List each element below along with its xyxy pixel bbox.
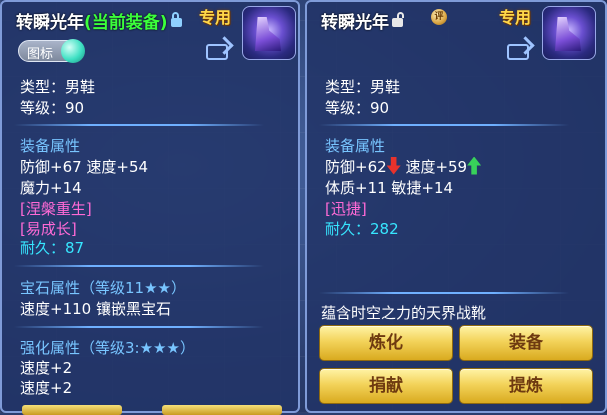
attr-line: 魔力+14 — [20, 179, 82, 197]
divider — [319, 292, 569, 294]
enhance-attr-header: 强化属性（等级3:★★★） — [20, 339, 195, 357]
compare-item-tooltip: 转瞬光年 评 专用 类型：男鞋 等级：90 装备属性 防御+62 速度+59 体… — [305, 0, 607, 413]
item-title: 转瞬光年 — [321, 8, 404, 33]
lock-icon[interactable] — [170, 11, 182, 27]
share-icon[interactable] — [507, 44, 529, 60]
item-level: 等级：90 — [325, 99, 390, 117]
refine-button[interactable]: 炼化 — [319, 325, 453, 361]
item-type: 类型：男鞋 — [20, 78, 96, 96]
toggle-knob[interactable] — [61, 39, 85, 63]
share-icon[interactable] — [206, 44, 228, 60]
item-type: 类型：男鞋 — [325, 78, 401, 96]
boots-item-icon — [542, 6, 596, 60]
durability: 耐久：87 — [20, 239, 85, 257]
equipped-item-tooltip: 转瞬光年(当前装备) 专用 图标 类型：男鞋 等级：90 装备属性 防御+67 … — [0, 0, 300, 415]
special-effect: [涅槃重生] — [20, 200, 92, 218]
item-level: 等级：90 — [20, 99, 85, 117]
equip-button[interactable]: 装备 — [459, 325, 593, 361]
donate-button[interactable]: 捐献 — [319, 368, 453, 404]
gem-line: 速度+110 镶嵌黑宝石 — [20, 300, 171, 318]
equip-attr-header: 装备属性 — [325, 137, 386, 155]
divider — [14, 124, 264, 126]
attr-defense: 防御+62 — [325, 158, 387, 176]
attr-speed: 速度+59 — [405, 158, 468, 176]
divider — [14, 265, 264, 267]
durability: 耐久：282 — [325, 220, 399, 238]
attr-line: 防御+67 速度+54 — [20, 158, 149, 176]
special-badge: 专用 — [499, 8, 532, 27]
special-badge: 专用 — [199, 8, 232, 27]
enhance-line: 速度+2 — [20, 359, 73, 377]
special-effect: [易成长] — [20, 220, 77, 238]
attr-line: 体质+11 敏捷+14 — [325, 179, 454, 197]
stat-down-arrow-icon — [386, 156, 401, 175]
enhance-line: 速度+2 — [20, 379, 73, 397]
divider — [319, 124, 569, 126]
extract-button[interactable]: 提炼 — [459, 368, 593, 404]
boots-item-icon — [242, 6, 296, 60]
stat-up-arrow-icon — [467, 156, 482, 175]
equip-attr-header: 装备属性 — [20, 137, 81, 155]
medal-icon: 评 — [431, 9, 447, 25]
attr-line: 防御+62 速度+59 — [325, 156, 482, 177]
item-title: 转瞬光年(当前装备) — [16, 8, 182, 33]
equipped-tag: (当前装备) — [84, 13, 168, 33]
special-effect: [迅捷] — [325, 200, 367, 218]
button-edge — [22, 405, 122, 415]
unlock-icon[interactable] — [392, 11, 404, 27]
gem-attr-header: 宝石属性（等级11★★） — [20, 279, 186, 297]
icon-toggle[interactable]: 图标 — [18, 39, 85, 63]
item-name: 转瞬光年 — [16, 13, 84, 33]
item-name: 转瞬光年 — [321, 13, 389, 33]
toggle-label: 图标 — [27, 47, 54, 62]
item-description: 蕴含时空之力的天界战靴 — [321, 304, 487, 322]
divider — [14, 326, 264, 328]
button-edge — [162, 405, 282, 415]
